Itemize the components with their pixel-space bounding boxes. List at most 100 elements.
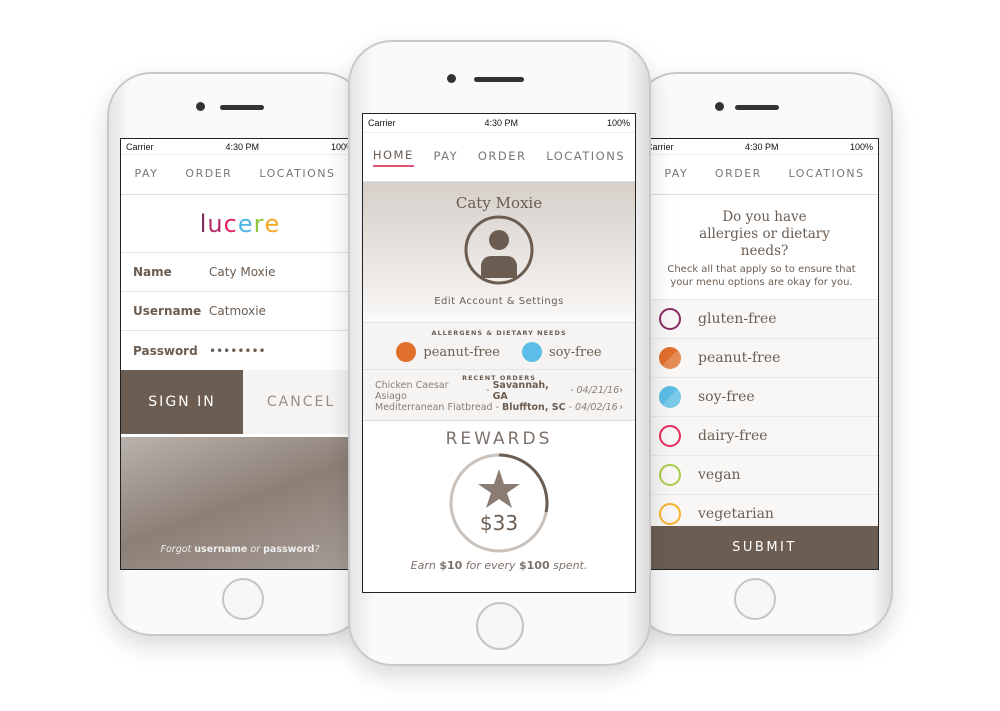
- field-label: Username: [133, 304, 202, 318]
- logo-letter: r: [253, 209, 265, 238]
- home-screen: Carrier 4:30 PM 100% HOME PAY ORDER LOCATIONS…: [362, 113, 636, 593]
- option-label: vegetarian: [698, 506, 774, 522]
- user-name: Caty Moxie: [455, 194, 543, 212]
- nav-locations[interactable]: LOCATIONS: [789, 167, 865, 183]
- allergen-badge: peanut-free: [396, 342, 500, 362]
- dietary-option[interactable]: gluten-free: [641, 300, 878, 339]
- name-field[interactable]: Name Caty Moxie: [121, 253, 359, 292]
- rewards-amount: $33: [479, 511, 519, 535]
- logo-letter: c: [223, 209, 238, 238]
- text: Earn: [410, 559, 440, 572]
- nav-locations[interactable]: LOCATIONS: [546, 149, 625, 166]
- nav-bar: PAY ORDER LOCATIONS: [641, 155, 878, 195]
- nav-bar: PAY ORDER LOCATIONS: [121, 155, 359, 195]
- avatar-icon[interactable]: [463, 214, 535, 286]
- time: 4:30 PM: [225, 141, 259, 152]
- nav-home[interactable]: HOME: [372, 148, 414, 167]
- logo-letter: l: [199, 209, 208, 238]
- logo-letter: u: [207, 209, 224, 238]
- dietary-option[interactable]: vegan: [641, 456, 878, 495]
- dietary-option[interactable]: dairy-free: [641, 417, 878, 456]
- nav-order[interactable]: ORDER: [478, 149, 527, 166]
- checkbox-circle-icon[interactable]: [659, 386, 681, 408]
- home-button[interactable]: [476, 602, 524, 650]
- field-label: Name: [133, 265, 172, 279]
- nav-pay[interactable]: PAY: [135, 167, 159, 183]
- nav-locations[interactable]: LOCATIONS: [259, 167, 335, 183]
- nav-order[interactable]: ORDER: [185, 167, 232, 183]
- text: 4:30 PM: [484, 118, 518, 128]
- text: Savannah, GA: [492, 379, 549, 402]
- checkbox-circle-icon[interactable]: [659, 347, 681, 369]
- question-subtext: Check all that apply so to ensure that y…: [667, 264, 856, 288]
- checkbox-circle-icon[interactable]: [659, 464, 681, 486]
- home-button[interactable]: [222, 578, 264, 620]
- order-row[interactable]: Chicken Caesar Asiago - Savannah, GA - 0…: [363, 379, 635, 402]
- star-icon: [478, 469, 520, 508]
- text: password: [263, 544, 315, 555]
- allergen-label: peanut-free: [423, 344, 500, 360]
- allergen-label: soy-free: [548, 344, 602, 360]
- text: Carrier: [368, 118, 396, 128]
- speaker: [474, 77, 524, 82]
- profile-header: Caty Moxie Edit Account & Settings: [363, 182, 635, 322]
- dietary-screen: Carrier 4:30 PM 100% PAY ORDER LOCATIONS Do …: [640, 138, 879, 570]
- checkbox-circle-icon[interactable]: [659, 308, 681, 330]
- text: Chicken Caesar Asiago: [375, 379, 449, 402]
- order-row[interactable]: Mediterranean Flatbread - Bluffton, SC -…: [363, 399, 635, 416]
- dietary-option[interactable]: soy-free: [641, 378, 878, 417]
- text: for every: [462, 559, 519, 572]
- field-value[interactable]: ••••••••: [209, 344, 266, 358]
- checkbox-circle-icon[interactable]: [659, 503, 681, 525]
- question-heading: Do you have allergies or dietary needs?: [699, 209, 830, 259]
- status-bar: Carrier 4:30 PM 100%: [363, 114, 635, 133]
- username-field[interactable]: Username Catmoxie: [121, 292, 359, 331]
- logo-letter: e: [264, 209, 281, 238]
- allergen-badge: soy-free: [521, 342, 602, 362]
- logo-letter: e: [237, 209, 254, 238]
- logo: lucere: [121, 195, 359, 253]
- option-label: peanut-free: [698, 350, 781, 366]
- allergens-title: ALLERGENS & DIETARY NEEDS: [431, 329, 567, 337]
- option-label: gluten-free: [698, 311, 777, 327]
- nav-order[interactable]: ORDER: [715, 167, 762, 183]
- cancel-button[interactable]: CANCEL: [243, 370, 359, 434]
- text: Mediterranean Flatbread: [375, 402, 493, 413]
- forgot-link[interactable]: Forgot username or password?: [121, 544, 359, 555]
- text: 04/02/16: [575, 402, 618, 413]
- camera: [196, 102, 205, 111]
- allergen-icon: [396, 342, 417, 362]
- status-bar: Carrier 4:30 PM 100%: [641, 139, 878, 155]
- camera: [715, 102, 724, 111]
- password-field[interactable]: Password ••••••••: [121, 331, 359, 370]
- home-button[interactable]: [734, 578, 776, 620]
- field-label: Password: [133, 343, 198, 358]
- background-photo: Forgot username or password?: [121, 437, 359, 569]
- dietary-option[interactable]: peanut-free: [641, 339, 878, 378]
- submit-button[interactable]: SUBMIT: [641, 526, 878, 569]
- sign-in-button[interactable]: SIGN IN: [121, 370, 243, 434]
- text: 04/21/16: [576, 385, 620, 396]
- checkbox-circle-icon[interactable]: [659, 425, 681, 447]
- speaker: [220, 105, 264, 110]
- text: Forgot: [160, 544, 195, 555]
- text: 100%: [606, 118, 630, 128]
- field-value[interactable]: Catmoxie: [209, 304, 266, 318]
- nav-pay[interactable]: PAY: [433, 149, 458, 166]
- rewards-title: REWARDS: [445, 429, 553, 449]
- allergen-icon: [521, 342, 542, 362]
- text: username: [194, 544, 248, 555]
- option-label: vegan: [698, 467, 741, 483]
- text: Bluffton, SC: [502, 402, 566, 413]
- field-value[interactable]: Caty Moxie: [209, 265, 276, 279]
- nav-bar: HOME PAY ORDER LOCATIONS: [363, 133, 635, 182]
- status-bar: Carrier 4:30 PM 100%: [121, 139, 359, 155]
- text: spent.: [549, 559, 588, 572]
- speaker: [735, 105, 779, 110]
- nav-pay[interactable]: PAY: [664, 167, 688, 183]
- rewards-gauge[interactable]: $33: [447, 451, 551, 555]
- edit-account-link[interactable]: Edit Account & Settings: [363, 296, 635, 307]
- option-label: dairy-free: [698, 428, 768, 444]
- rewards-section: REWARDS $33 Earn $10 for every $100 spen…: [363, 420, 635, 572]
- option-label: soy-free: [698, 389, 755, 405]
